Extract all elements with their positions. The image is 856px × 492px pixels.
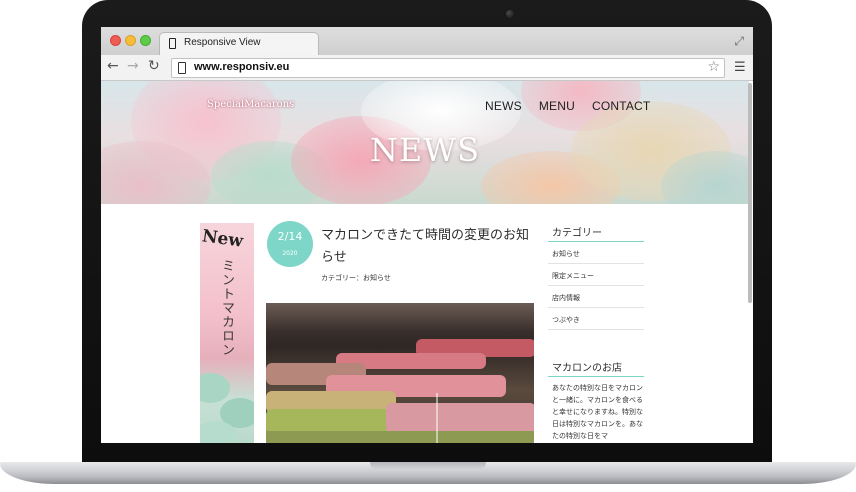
post-photo: [266, 303, 534, 443]
laptop-notch: [370, 462, 486, 470]
sidebar-divider: [548, 263, 644, 264]
banner-new-label: New: [200, 226, 245, 252]
sidebar-item-tweets[interactable]: つぶやき: [552, 315, 580, 325]
date-day: 2/14: [277, 230, 303, 243]
camera-icon: [506, 10, 514, 18]
site-logo[interactable]: SpecialMacarons: [207, 99, 294, 110]
site-nav: NEWS MENU CONTACT: [485, 99, 650, 113]
nav-menu[interactable]: MENU: [539, 99, 575, 113]
photo-macaron-row: [266, 431, 534, 443]
sidebar-shop-heading: マカロンのお店: [552, 363, 622, 374]
page-scrollbar[interactable]: [748, 83, 752, 303]
hero-title: NEWS: [369, 131, 481, 169]
hamburger-menu-icon[interactable]: ☰: [734, 60, 746, 75]
browser-tab[interactable]: Responsive View: [159, 32, 319, 55]
photo-macaron-row: [386, 403, 534, 433]
mobile-device-icon: [169, 38, 176, 49]
url-text[interactable]: www.responsiv.eu: [194, 61, 289, 73]
reload-icon[interactable]: ↻: [148, 58, 160, 74]
hero-banner: SpecialMacarons NEWS MENU CONTACT NEWS: [101, 81, 749, 204]
close-window-button[interactable]: [110, 35, 121, 46]
tab-bar: Responsive View ⤢: [101, 27, 753, 55]
sidebar-category-heading: カテゴリー: [552, 228, 602, 239]
nav-news[interactable]: NEWS: [485, 99, 522, 113]
sidebar-rule: [548, 376, 644, 377]
browser-window: Responsive View ⤢ ← → ↻ www.responsiv.eu…: [101, 27, 753, 443]
minimize-window-button[interactable]: [125, 35, 136, 46]
sidebar-divider: [548, 285, 644, 286]
date-year: 2020: [282, 250, 298, 257]
sidebar-rule: [548, 241, 644, 242]
promo-banner[interactable]: New ミントマカロン: [200, 223, 254, 443]
sidebar-shop-text: あなたの特別な日をマカロンと一緒に。マカロンを食べると幸せになりますね。特別な日…: [552, 384, 643, 440]
post-title[interactable]: マカロンできたて時間の変更のお知らせ: [321, 225, 536, 269]
back-arrow-icon[interactable]: ←: [107, 58, 119, 74]
sidebar-item-news[interactable]: お知らせ: [552, 249, 580, 259]
page-icon: [178, 62, 186, 74]
fullscreen-icon[interactable]: ⤢: [734, 34, 744, 49]
post-category: カテゴリー：お知らせ: [321, 274, 391, 282]
photo-glass-edge: [436, 393, 438, 443]
banner-macaron: [200, 373, 230, 403]
nav-contact[interactable]: CONTACT: [592, 99, 651, 113]
banner-text: ミントマカロン: [219, 259, 234, 357]
tab-title: Responsive View: [184, 37, 261, 48]
forward-arrow-icon[interactable]: →: [127, 58, 139, 74]
sidebar-item-limited-menu[interactable]: 限定メニュー: [552, 271, 594, 281]
sidebar-item-store-info[interactable]: 店内情報: [552, 293, 580, 303]
address-bar[interactable]: www.responsiv.eu ☆: [171, 58, 725, 78]
bookmark-star-icon[interactable]: ☆: [707, 59, 720, 75]
date-badge: 2/14 2020: [267, 221, 313, 267]
sidebar-divider: [548, 329, 644, 330]
sidebar-divider: [548, 307, 644, 308]
browser-toolbar: ← → ↻ www.responsiv.eu ☆ ☰: [101, 55, 753, 81]
zoom-window-button[interactable]: [140, 35, 151, 46]
photo-ceiling: [266, 303, 534, 331]
page-viewport: SpecialMacarons NEWS MENU CONTACT NEWS N…: [101, 81, 753, 443]
